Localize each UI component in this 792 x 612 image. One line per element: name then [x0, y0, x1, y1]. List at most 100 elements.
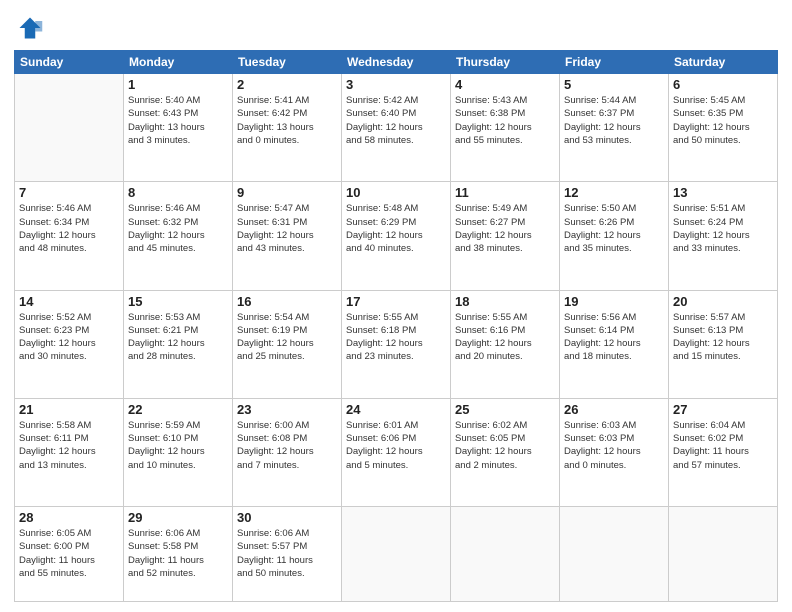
page: SundayMondayTuesdayWednesdayThursdayFrid…: [0, 0, 792, 612]
calendar-cell: 23 Sunrise: 6:00 AM Sunset: 6:08 PM Dayli…: [233, 398, 342, 506]
day-info: Sunrise: 6:04 AM Sunset: 6:02 PM Dayligh…: [673, 419, 773, 472]
day-info: Sunrise: 6:06 AM Sunset: 5:57 PM Dayligh…: [237, 527, 337, 580]
calendar-cell: 3Sunrise: 5:42 AM Sunset: 6:40 PM Daylig…: [342, 74, 451, 182]
day-info: Sunrise: 5:52 AM Sunset: 6:23 PM Dayligh…: [19, 311, 119, 364]
calendar-cell: 13Sunrise: 5:51 AM Sunset: 6:24 PM Dayli…: [669, 182, 778, 290]
day-info: Sunrise: 5:46 AM Sunset: 6:34 PM Dayligh…: [19, 202, 119, 255]
calendar-cell: 2 Sunrise: 5:41 AM Sunset: 6:42 PM Daylig…: [233, 74, 342, 182]
day-number: 27: [673, 402, 773, 417]
calendar-cell: 29 Sunrise: 6:06 AM Sunset: 5:58 PM Dayli…: [124, 507, 233, 602]
day-number: 30: [237, 510, 337, 525]
day-info: Sunrise: 5:40 AM Sunset: 6:43 PM Dayligh…: [128, 94, 228, 147]
day-info: Sunrise: 5:54 AM Sunset: 6:19 PM Dayligh…: [237, 311, 337, 364]
calendar-cell: 26Sunrise: 6:03 AM Sunset: 6:03 PM Dayli…: [560, 398, 669, 506]
calendar-header-tuesday: Tuesday: [233, 51, 342, 74]
day-number: 18: [455, 294, 555, 309]
day-info: Sunrise: 6:01 AM Sunset: 6:06 PM Dayligh…: [346, 419, 446, 472]
calendar-cell: 11 Sunrise: 5:49 AM Sunset: 6:27 PM Dayli…: [451, 182, 560, 290]
day-number: 23: [237, 402, 337, 417]
day-info: Sunrise: 6:00 AM Sunset: 6:08 PM Dayligh…: [237, 419, 337, 472]
calendar-cell: 20 Sunrise: 5:57 AM Sunset: 6:13 PM Dayli…: [669, 290, 778, 398]
calendar-table: SundayMondayTuesdayWednesdayThursdayFrid…: [14, 50, 778, 602]
calendar-week-2: 14 Sunrise: 5:52 AM Sunset: 6:23 PM Dayli…: [15, 290, 778, 398]
day-number: 12: [564, 185, 664, 200]
calendar-header-row: SundayMondayTuesdayWednesdayThursdayFrid…: [15, 51, 778, 74]
day-info: Sunrise: 5:59 AM Sunset: 6:10 PM Dayligh…: [128, 419, 228, 472]
calendar-cell: 9 Sunrise: 5:47 AM Sunset: 6:31 PM Daylig…: [233, 182, 342, 290]
day-info: Sunrise: 5:53 AM Sunset: 6:21 PM Dayligh…: [128, 311, 228, 364]
calendar-cell: 15 Sunrise: 5:53 AM Sunset: 6:21 PM Dayli…: [124, 290, 233, 398]
calendar-cell: 7 Sunrise: 5:46 AM Sunset: 6:34 PM Daylig…: [15, 182, 124, 290]
day-number: 4: [455, 77, 555, 92]
day-number: 22: [128, 402, 228, 417]
calendar-cell: 17 Sunrise: 5:55 AM Sunset: 6:18 PM Dayli…: [342, 290, 451, 398]
calendar-cell: [560, 507, 669, 602]
calendar-cell: 18 Sunrise: 5:55 AM Sunset: 6:16 PM Dayli…: [451, 290, 560, 398]
day-number: 2: [237, 77, 337, 92]
calendar-cell: 8 Sunrise: 5:46 AM Sunset: 6:32 PM Daylig…: [124, 182, 233, 290]
calendar-cell: 10 Sunrise: 5:48 AM Sunset: 6:29 PM Dayli…: [342, 182, 451, 290]
calendar-cell: 5 Sunrise: 5:44 AM Sunset: 6:37 PM Daylig…: [560, 74, 669, 182]
day-info: Sunrise: 5:56 AM Sunset: 6:14 PM Dayligh…: [564, 311, 664, 364]
day-info: Sunrise: 5:44 AM Sunset: 6:37 PM Dayligh…: [564, 94, 664, 147]
calendar-header-wednesday: Wednesday: [342, 51, 451, 74]
calendar-week-1: 7 Sunrise: 5:46 AM Sunset: 6:34 PM Daylig…: [15, 182, 778, 290]
calendar-cell: 14 Sunrise: 5:52 AM Sunset: 6:23 PM Dayli…: [15, 290, 124, 398]
day-number: 13: [673, 185, 773, 200]
day-number: 5: [564, 77, 664, 92]
header: [14, 10, 778, 42]
day-number: 29: [128, 510, 228, 525]
calendar-week-3: 21 Sunrise: 5:58 AM Sunset: 6:11 PM Dayli…: [15, 398, 778, 506]
day-info: Sunrise: 6:02 AM Sunset: 6:05 PM Dayligh…: [455, 419, 555, 472]
day-number: 28: [19, 510, 119, 525]
day-number: 6: [673, 77, 773, 92]
calendar-cell: 19Sunrise: 5:56 AM Sunset: 6:14 PM Dayli…: [560, 290, 669, 398]
day-info: Sunrise: 5:57 AM Sunset: 6:13 PM Dayligh…: [673, 311, 773, 364]
day-number: 15: [128, 294, 228, 309]
calendar-week-0: 1 Sunrise: 5:40 AM Sunset: 6:43 PM Daylig…: [15, 74, 778, 182]
calendar-header-friday: Friday: [560, 51, 669, 74]
day-number: 16: [237, 294, 337, 309]
calendar-cell: 16 Sunrise: 5:54 AM Sunset: 6:19 PM Dayli…: [233, 290, 342, 398]
day-number: 24: [346, 402, 446, 417]
day-number: 14: [19, 294, 119, 309]
day-number: 8: [128, 185, 228, 200]
logo-icon: [16, 14, 44, 42]
calendar-cell: 28Sunrise: 6:05 AM Sunset: 6:00 PM Dayli…: [15, 507, 124, 602]
calendar-cell: 21 Sunrise: 5:58 AM Sunset: 6:11 PM Dayli…: [15, 398, 124, 506]
day-number: 7: [19, 185, 119, 200]
calendar-cell: [669, 507, 778, 602]
day-info: Sunrise: 5:41 AM Sunset: 6:42 PM Dayligh…: [237, 94, 337, 147]
day-info: Sunrise: 6:06 AM Sunset: 5:58 PM Dayligh…: [128, 527, 228, 580]
calendar-cell: 27 Sunrise: 6:04 AM Sunset: 6:02 PM Dayli…: [669, 398, 778, 506]
day-info: Sunrise: 5:42 AM Sunset: 6:40 PM Dayligh…: [346, 94, 446, 147]
day-number: 17: [346, 294, 446, 309]
day-info: Sunrise: 5:58 AM Sunset: 6:11 PM Dayligh…: [19, 419, 119, 472]
day-info: Sunrise: 5:55 AM Sunset: 6:16 PM Dayligh…: [455, 311, 555, 364]
calendar-cell: 25Sunrise: 6:02 AM Sunset: 6:05 PM Dayli…: [451, 398, 560, 506]
day-number: 11: [455, 185, 555, 200]
calendar-header-sunday: Sunday: [15, 51, 124, 74]
calendar-cell: 6Sunrise: 5:45 AM Sunset: 6:35 PM Daylig…: [669, 74, 778, 182]
day-info: Sunrise: 5:48 AM Sunset: 6:29 PM Dayligh…: [346, 202, 446, 255]
calendar-cell: 22 Sunrise: 5:59 AM Sunset: 6:10 PM Dayli…: [124, 398, 233, 506]
calendar-cell: [15, 74, 124, 182]
day-number: 20: [673, 294, 773, 309]
calendar-cell: [342, 507, 451, 602]
day-info: Sunrise: 5:47 AM Sunset: 6:31 PM Dayligh…: [237, 202, 337, 255]
day-info: Sunrise: 5:55 AM Sunset: 6:18 PM Dayligh…: [346, 311, 446, 364]
calendar-cell: [451, 507, 560, 602]
calendar-cell: 30 Sunrise: 6:06 AM Sunset: 5:57 PM Dayli…: [233, 507, 342, 602]
day-number: 10: [346, 185, 446, 200]
day-number: 1: [128, 77, 228, 92]
day-number: 26: [564, 402, 664, 417]
day-number: 9: [237, 185, 337, 200]
calendar-header-saturday: Saturday: [669, 51, 778, 74]
day-info: Sunrise: 5:49 AM Sunset: 6:27 PM Dayligh…: [455, 202, 555, 255]
calendar-cell: 24 Sunrise: 6:01 AM Sunset: 6:06 PM Dayli…: [342, 398, 451, 506]
day-number: 21: [19, 402, 119, 417]
day-info: Sunrise: 5:46 AM Sunset: 6:32 PM Dayligh…: [128, 202, 228, 255]
day-info: Sunrise: 5:43 AM Sunset: 6:38 PM Dayligh…: [455, 94, 555, 147]
day-info: Sunrise: 5:50 AM Sunset: 6:26 PM Dayligh…: [564, 202, 664, 255]
calendar-cell: 12 Sunrise: 5:50 AM Sunset: 6:26 PM Dayli…: [560, 182, 669, 290]
